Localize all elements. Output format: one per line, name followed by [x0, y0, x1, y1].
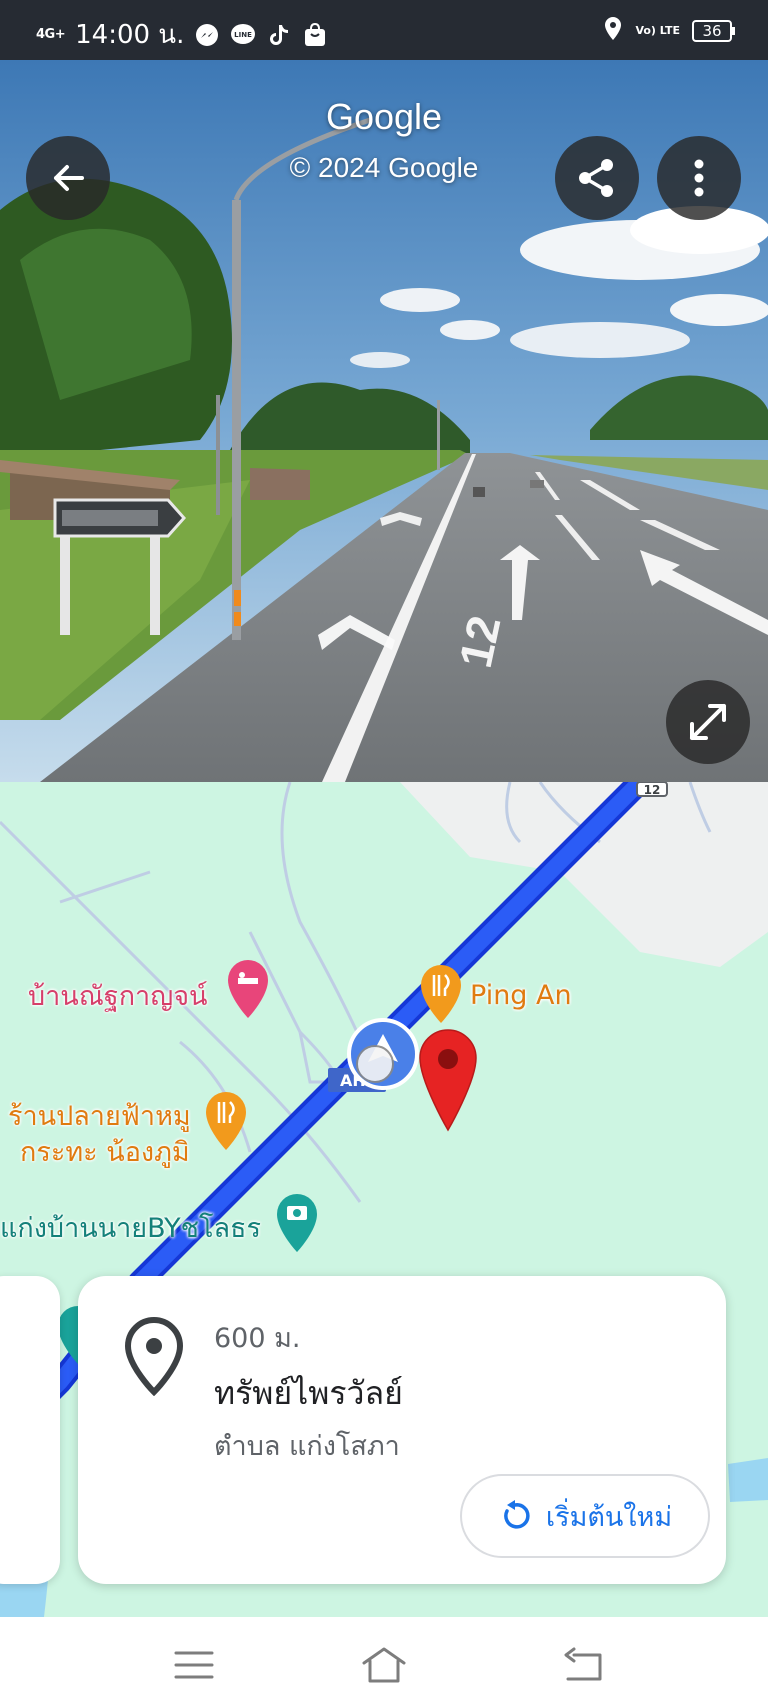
home-icon[interactable]	[360, 1645, 408, 1685]
svg-text:LINE: LINE	[234, 31, 252, 39]
battery-icon: 36	[692, 20, 735, 42]
route-shield-label: 12	[644, 783, 661, 797]
place-subtitle: ตำบล แก่งโสภา	[214, 1431, 400, 1462]
restaurant-marker-plaifa[interactable]	[206, 1092, 246, 1150]
restart-label: เริ่มต้นใหม่	[545, 1501, 673, 1533]
photo-spot-marker[interactable]	[277, 1194, 317, 1252]
shopee-icon	[302, 22, 328, 48]
place-card[interactable]: 600 ม. ทรัพย์ไพรวัลย์ ตำบล แก่งโสภา เริ่…	[78, 1276, 726, 1584]
restaurant-marker-ping-an[interactable]	[421, 965, 461, 1023]
poi-label-kaeng-baan[interactable]: แก่งบ้านนายBYชโลธร	[0, 1206, 261, 1249]
back-arrow-icon	[54, 165, 84, 191]
road-number-marking: 12	[449, 611, 511, 672]
menu-icon[interactable]	[170, 1645, 218, 1685]
copyright-text: © 2024 Google	[289, 152, 479, 183]
tiktok-icon	[266, 22, 292, 48]
share-icon	[579, 159, 613, 197]
lodging-marker[interactable]	[228, 960, 268, 1018]
back-button[interactable]	[26, 136, 110, 220]
status-left: 4G+ 14:00 น. LINE	[36, 14, 328, 55]
back-icon[interactable]	[560, 1645, 608, 1685]
status-right: Vo) LTE 36	[603, 16, 735, 46]
place-name: ทรัพย์ไพรวัลย์	[214, 1374, 403, 1412]
previous-place-card[interactable]	[0, 1276, 60, 1584]
status-time: 14:00 น.	[75, 20, 185, 50]
messenger-icon	[194, 22, 220, 48]
poi-label-plaifa-line2[interactable]: กระทะ น้องภูมิ	[20, 1130, 190, 1173]
fullscreen-button[interactable]	[666, 680, 750, 764]
system-nav-bar	[0, 1617, 768, 1707]
place-distance: 600 ม.	[214, 1323, 301, 1354]
poi-label-ping-an[interactable]: Ping An	[470, 980, 572, 1011]
place-pin-icon	[124, 1316, 184, 1396]
more-options-button[interactable]	[657, 136, 741, 220]
google-watermark: Google	[325, 96, 443, 137]
status-bar: 4G+ 14:00 น. LINE Vo) LTE 36	[0, 0, 768, 60]
restart-icon	[503, 1500, 530, 1529]
volte-icon: Vo) LTE	[635, 24, 680, 37]
share-button[interactable]	[555, 136, 639, 220]
street-view-panel[interactable]: 12 Google © 2024 Google	[0, 60, 768, 782]
fullscreen-icon	[690, 704, 726, 740]
location-icon	[603, 16, 623, 46]
poi-label-baan-nattakarn[interactable]: บ้านณัฐกาญจน์	[28, 974, 208, 1017]
line-icon: LINE	[230, 22, 256, 48]
more-vert-icon	[694, 159, 704, 197]
restart-button[interactable]: เริ่มต้นใหม่	[460, 1474, 710, 1558]
network-indicator: 4G+	[36, 27, 66, 42]
